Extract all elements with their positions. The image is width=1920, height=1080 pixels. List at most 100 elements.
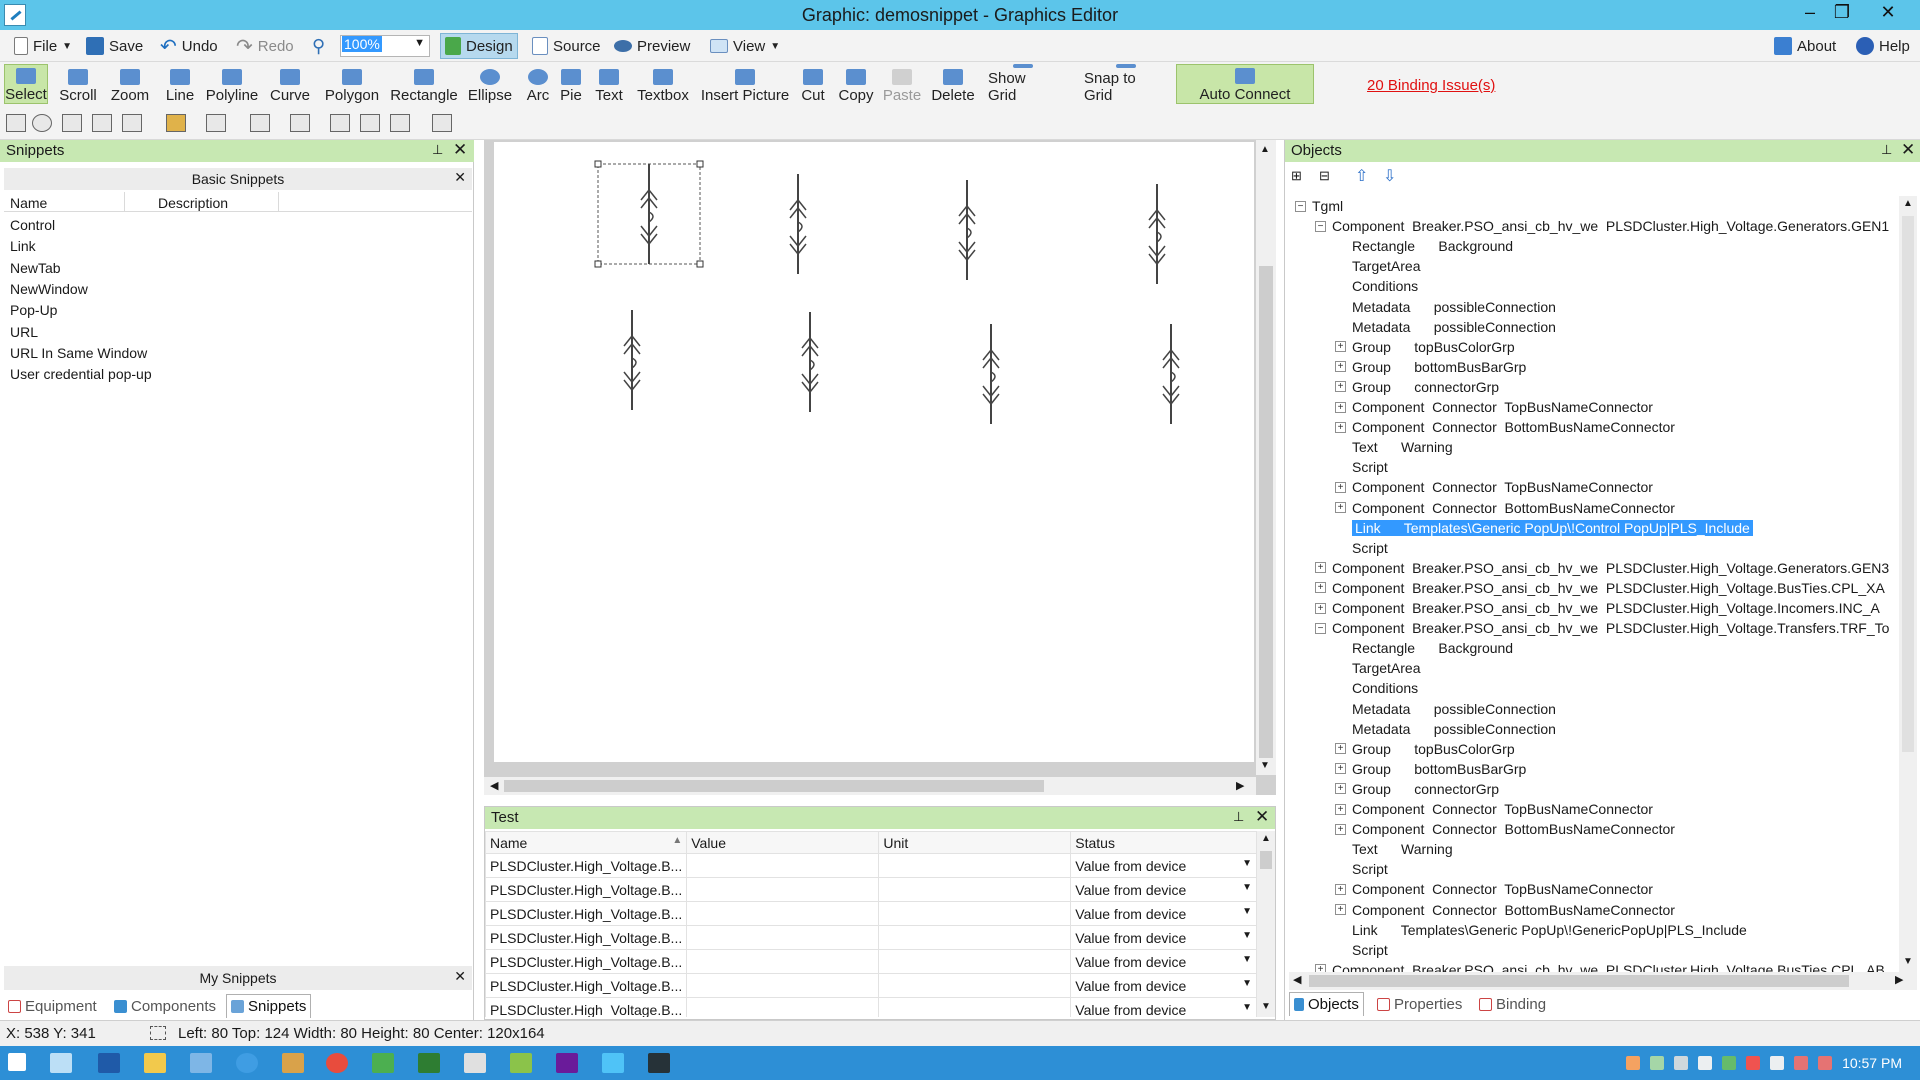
- arrange-icon[interactable]: [290, 114, 310, 132]
- row-status[interactable]: Value from device ▼: [1070, 877, 1257, 902]
- tab-binding[interactable]: Binding: [1475, 992, 1550, 1016]
- maximize-button[interactable]: ❐: [1822, 0, 1862, 26]
- close-icon[interactable]: ✕: [1901, 140, 1915, 160]
- tree-node[interactable]: + Component Connector BottomBusNameConnec…: [1335, 417, 1675, 437]
- name-column-header[interactable]: Name ▲: [485, 831, 688, 854]
- close-icon[interactable]: ✕: [454, 968, 466, 985]
- tree-node[interactable]: Metadata possibleConnection: [1335, 719, 1556, 739]
- row-status[interactable]: Value from device ▼: [1070, 853, 1257, 878]
- move-up-icon[interactable]: ⇧: [1355, 166, 1368, 186]
- table-row[interactable]: PLSDCluster.High_Voltage.B... Value from …: [485, 949, 1257, 974]
- order-front-icon[interactable]: [330, 114, 350, 132]
- row-status[interactable]: Value from device ▼: [1070, 901, 1257, 926]
- tree-node[interactable]: Metadata possibleConnection: [1335, 297, 1556, 317]
- close-button[interactable]: ✕: [1868, 0, 1908, 26]
- fill-color-icon[interactable]: [166, 114, 186, 132]
- source-tab[interactable]: Source: [528, 33, 605, 59]
- tree-node[interactable]: + Group bottomBusBarGrp: [1335, 759, 1526, 779]
- collapse-icon[interactable]: −: [1315, 622, 1326, 634]
- tray-printer-icon[interactable]: [1674, 1056, 1688, 1070]
- polyline-tool[interactable]: Polyline: [202, 64, 262, 104]
- distribute-icon[interactable]: [390, 114, 410, 132]
- powershell-icon[interactable]: [98, 1053, 120, 1073]
- resize-handle[interactable]: [696, 160, 704, 168]
- tray-monitor-icon[interactable]: [1770, 1056, 1784, 1070]
- table-row[interactable]: PLSDCluster.High_Voltage.B... Value from …: [485, 853, 1257, 878]
- expand-icon[interactable]: +: [1335, 763, 1346, 775]
- tree-node[interactable]: + Component Connector BottomBusNameConnec…: [1335, 819, 1675, 839]
- tab-components[interactable]: Components: [110, 994, 220, 1018]
- breaker-symbol[interactable]: [801, 312, 819, 412]
- scroll-left-icon[interactable]: ◀: [490, 779, 498, 792]
- tree-node[interactable]: Script: [1335, 859, 1388, 879]
- insert-picture-tool[interactable]: Insert Picture: [698, 64, 792, 104]
- tray-flag-icon[interactable]: [1650, 1056, 1664, 1070]
- resize-handle[interactable]: [696, 260, 704, 268]
- scroll-thumb[interactable]: [1309, 975, 1849, 987]
- tree-node[interactable]: Text Warning: [1335, 437, 1453, 457]
- pin-icon[interactable]: ⊥: [1233, 809, 1244, 825]
- copy-tool[interactable]: Copy: [836, 64, 876, 104]
- tray-security-icon[interactable]: [1818, 1056, 1832, 1070]
- snippet-item[interactable]: Control: [10, 217, 55, 233]
- value-column-header[interactable]: Value: [686, 831, 880, 854]
- tree-node[interactable]: Conditions: [1335, 678, 1418, 698]
- tab-equipment[interactable]: Equipment: [4, 994, 101, 1018]
- chevron-down-icon[interactable]: ▼: [1242, 858, 1252, 869]
- tree-node[interactable]: + Component Breaker.PSO_ansi_cb_hv_we PLS…: [1315, 598, 1880, 618]
- polygon-tool[interactable]: Polygon: [322, 64, 382, 104]
- breaker-symbol[interactable]: [958, 180, 976, 280]
- expand-icon[interactable]: +: [1315, 582, 1326, 594]
- tree-node[interactable]: Link Templates\Generic PopUp\!GenericPop…: [1335, 920, 1747, 940]
- help-button[interactable]: Help: [1852, 33, 1914, 59]
- canvas-vertical-scrollbar[interactable]: ▲ ▼: [1256, 140, 1276, 775]
- expand-icon[interactable]: +: [1335, 401, 1346, 413]
- zoom-select[interactable]: 100% ▼: [340, 35, 430, 57]
- table-row[interactable]: PLSDCluster.High_Voltage.B... Value from …: [485, 925, 1257, 950]
- chevron-down-icon[interactable]: ▼: [1242, 882, 1252, 893]
- file-menu[interactable]: File ▼: [10, 33, 76, 59]
- snippet-item[interactable]: Pop-Up: [10, 302, 57, 318]
- status-column-header[interactable]: Status: [1070, 831, 1257, 854]
- undo-button[interactable]: ↶ Undo: [156, 33, 222, 59]
- tree-node[interactable]: + Component Connector BottomBusNameConnec…: [1335, 900, 1675, 920]
- snippet-item[interactable]: User credential pop-up: [10, 366, 152, 382]
- table-row[interactable]: PLSDCluster.High_Voltage.B... Value from …: [485, 877, 1257, 902]
- tree-node[interactable]: Script: [1335, 457, 1388, 477]
- tree-node[interactable]: − Component Breaker.PSO_ansi_cb_hv_we PLS…: [1315, 216, 1889, 236]
- pin-icon[interactable]: ⊥: [432, 142, 443, 158]
- chevron-down-icon[interactable]: ▼: [1242, 954, 1252, 965]
- expand-icon[interactable]: +: [1335, 481, 1346, 493]
- show-grid-tool[interactable]: Show Grid: [986, 64, 1060, 104]
- description-column-header[interactable]: Description: [158, 195, 228, 211]
- scroll-up-icon[interactable]: ▲: [1261, 833, 1271, 844]
- redo-button[interactable]: ↷ Redo: [232, 33, 298, 59]
- tree-node[interactable]: + Component Breaker.PSO_ansi_cb_hv_we PLS…: [1315, 578, 1885, 598]
- design-tab[interactable]: Design: [440, 33, 518, 59]
- breaker-symbol[interactable]: [1148, 184, 1166, 284]
- auto-connect-tool[interactable]: Auto Connect: [1176, 64, 1314, 104]
- group-icon[interactable]: [62, 114, 82, 132]
- expand-icon[interactable]: +: [1335, 823, 1346, 835]
- table-row[interactable]: PLSDCluster.High_Voltage.B... Value from …: [485, 997, 1257, 1017]
- tree-horizontal-scrollbar[interactable]: ◀ ▶: [1289, 972, 1917, 990]
- table-row[interactable]: PLSDCluster.High_Voltage.B... Value from …: [485, 973, 1257, 998]
- expand-icon[interactable]: +: [1335, 904, 1346, 915]
- unit-column-header[interactable]: Unit: [878, 831, 1072, 854]
- tree-vertical-scrollbar[interactable]: ▲ ▼: [1899, 196, 1917, 972]
- row-value[interactable]: [686, 949, 880, 974]
- cut-tool[interactable]: Cut: [798, 64, 828, 104]
- basic-snippets-header[interactable]: Basic Snippets ✕: [4, 168, 472, 190]
- row-value[interactable]: [686, 901, 880, 926]
- expand-icon[interactable]: +: [1335, 743, 1346, 755]
- ellipse-tool[interactable]: Ellipse: [466, 64, 514, 104]
- breaker-symbol[interactable]: [623, 310, 641, 410]
- tree-node[interactable]: − Component Breaker.PSO_ansi_cb_hv_we PLS…: [1315, 618, 1889, 638]
- app-gray-icon[interactable]: [464, 1053, 486, 1073]
- pointer-tool-icon[interactable]: [6, 114, 26, 132]
- scroll-right-icon[interactable]: ▶: [1236, 779, 1244, 792]
- row-status[interactable]: Value from device ▼: [1070, 997, 1257, 1017]
- tree-node[interactable]: Script: [1335, 940, 1388, 960]
- tree-node[interactable]: + Group topBusColorGrp: [1335, 739, 1515, 759]
- row-status[interactable]: Value from device ▼: [1070, 949, 1257, 974]
